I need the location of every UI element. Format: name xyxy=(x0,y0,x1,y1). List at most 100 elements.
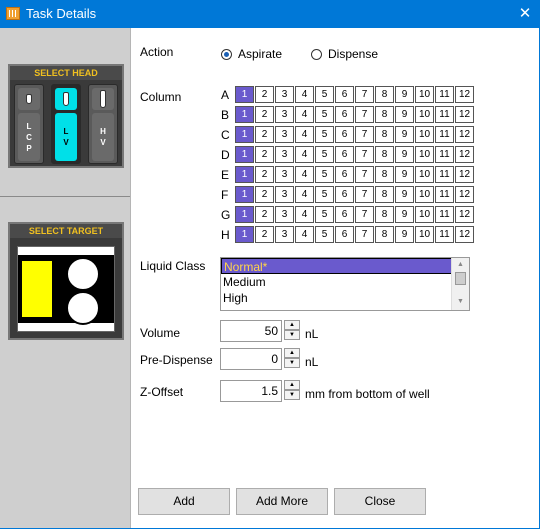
grid-cell[interactable]: 9 xyxy=(395,186,414,203)
grid-cell[interactable]: 4 xyxy=(295,226,314,243)
grid-cell[interactable]: 5 xyxy=(315,226,334,243)
grid-cell[interactable]: 1 xyxy=(235,166,254,183)
grid-cell[interactable]: 8 xyxy=(375,146,394,163)
grid-cell[interactable]: 8 xyxy=(375,226,394,243)
grid-cell[interactable]: 5 xyxy=(315,106,334,123)
grid-cell[interactable]: 5 xyxy=(315,126,334,143)
grid-cell[interactable]: 12 xyxy=(455,186,474,203)
grid-cell[interactable]: 6 xyxy=(335,126,354,143)
grid-cell[interactable]: 10 xyxy=(415,86,434,103)
grid-cell[interactable]: 1 xyxy=(235,146,254,163)
grid-cell[interactable]: 7 xyxy=(355,206,374,223)
grid-cell[interactable]: 2 xyxy=(255,206,274,223)
grid-cell[interactable]: 3 xyxy=(275,206,294,223)
grid-cell[interactable]: 1 xyxy=(235,186,254,203)
liquid-class-option[interactable]: High xyxy=(221,290,469,306)
grid-cell[interactable]: 3 xyxy=(275,166,294,183)
grid-cell[interactable]: 7 xyxy=(355,86,374,103)
grid-cell[interactable]: 9 xyxy=(395,166,414,183)
listbox-scrollbar[interactable]: ▲ ▼ xyxy=(451,258,469,310)
grid-cell[interactable]: 6 xyxy=(335,146,354,163)
increment-icon[interactable]: ▲ xyxy=(284,380,300,390)
grid-cell[interactable]: 5 xyxy=(315,206,334,223)
grid-cell[interactable]: 3 xyxy=(275,86,294,103)
radio-aspirate[interactable]: Aspirate xyxy=(221,47,282,61)
scroll-up-icon[interactable]: ▲ xyxy=(452,258,469,271)
grid-cell[interactable]: 8 xyxy=(375,106,394,123)
grid-cell[interactable]: 12 xyxy=(455,86,474,103)
grid-cell[interactable]: 7 xyxy=(355,226,374,243)
grid-cell[interactable]: 1 xyxy=(235,226,254,243)
grid-cell[interactable]: 2 xyxy=(255,146,274,163)
scroll-thumb[interactable] xyxy=(455,272,466,285)
grid-cell[interactable]: 10 xyxy=(415,126,434,143)
grid-cell[interactable]: 2 xyxy=(255,186,274,203)
grid-cell[interactable]: 3 xyxy=(275,186,294,203)
liquid-class-option[interactable]: Normal* xyxy=(221,258,469,274)
grid-cell[interactable]: 12 xyxy=(455,166,474,183)
radio-dispense[interactable]: Dispense xyxy=(311,47,378,61)
volume-input[interactable] xyxy=(220,320,282,342)
grid-cell[interactable]: 1 xyxy=(235,206,254,223)
grid-cell[interactable]: 10 xyxy=(415,166,434,183)
grid-cell[interactable]: 4 xyxy=(295,86,314,103)
grid-cell[interactable]: 4 xyxy=(295,126,314,143)
grid-cell[interactable]: 10 xyxy=(415,146,434,163)
grid-cell[interactable]: 10 xyxy=(415,206,434,223)
decrement-icon[interactable]: ▼ xyxy=(284,330,300,340)
increment-icon[interactable]: ▲ xyxy=(284,320,300,330)
grid-cell[interactable]: 6 xyxy=(335,166,354,183)
grid-cell[interactable]: 4 xyxy=(295,206,314,223)
grid-cell[interactable]: 9 xyxy=(395,226,414,243)
grid-cell[interactable]: 11 xyxy=(435,166,454,183)
grid-cell[interactable]: 7 xyxy=(355,186,374,203)
grid-cell[interactable]: 9 xyxy=(395,206,414,223)
grid-cell[interactable]: 8 xyxy=(375,166,394,183)
grid-cell[interactable]: 4 xyxy=(295,106,314,123)
grid-cell[interactable]: 9 xyxy=(395,106,414,123)
target-plate-button[interactable] xyxy=(17,246,115,332)
grid-cell[interactable]: 9 xyxy=(395,146,414,163)
grid-cell[interactable]: 11 xyxy=(435,126,454,143)
grid-cell[interactable]: 6 xyxy=(335,206,354,223)
grid-cell[interactable]: 11 xyxy=(435,226,454,243)
head-button-lcp[interactable]: L C P xyxy=(14,84,44,164)
grid-cell[interactable]: 6 xyxy=(335,186,354,203)
grid-cell[interactable]: 12 xyxy=(455,206,474,223)
grid-cell[interactable]: 7 xyxy=(355,146,374,163)
grid-cell[interactable]: 2 xyxy=(255,166,274,183)
grid-cell[interactable]: 12 xyxy=(455,106,474,123)
grid-cell[interactable]: 5 xyxy=(315,86,334,103)
grid-cell[interactable]: 7 xyxy=(355,106,374,123)
decrement-icon[interactable]: ▼ xyxy=(284,358,300,368)
increment-icon[interactable]: ▲ xyxy=(284,348,300,358)
grid-cell[interactable]: 6 xyxy=(335,86,354,103)
grid-cell[interactable]: 5 xyxy=(315,186,334,203)
grid-cell[interactable]: 7 xyxy=(355,166,374,183)
grid-cell[interactable]: 6 xyxy=(335,226,354,243)
grid-cell[interactable]: 2 xyxy=(255,126,274,143)
grid-cell[interactable]: 7 xyxy=(355,126,374,143)
grid-cell[interactable]: 4 xyxy=(295,186,314,203)
grid-cell[interactable]: 11 xyxy=(435,186,454,203)
grid-cell[interactable]: 8 xyxy=(375,126,394,143)
grid-cell[interactable]: 5 xyxy=(315,166,334,183)
grid-cell[interactable]: 10 xyxy=(415,226,434,243)
grid-cell[interactable]: 12 xyxy=(455,126,474,143)
grid-cell[interactable]: 8 xyxy=(375,86,394,103)
grid-cell[interactable]: 11 xyxy=(435,106,454,123)
grid-cell[interactable]: 3 xyxy=(275,226,294,243)
scroll-down-icon[interactable]: ▼ xyxy=(452,295,469,308)
grid-cell[interactable]: 2 xyxy=(255,226,274,243)
add-more-button[interactable]: Add More xyxy=(236,488,328,515)
decrement-icon[interactable]: ▼ xyxy=(284,390,300,400)
z-offset-input[interactable] xyxy=(220,380,282,402)
grid-cell[interactable]: 4 xyxy=(295,146,314,163)
grid-cell[interactable]: 12 xyxy=(455,146,474,163)
head-button-hv[interactable]: H V xyxy=(88,84,118,164)
liquid-class-listbox[interactable]: Normal* Medium High ▲ ▼ xyxy=(220,257,470,311)
add-button[interactable]: Add xyxy=(138,488,230,515)
grid-cell[interactable]: 6 xyxy=(335,106,354,123)
grid-cell[interactable]: 1 xyxy=(235,106,254,123)
grid-cell[interactable]: 11 xyxy=(435,86,454,103)
